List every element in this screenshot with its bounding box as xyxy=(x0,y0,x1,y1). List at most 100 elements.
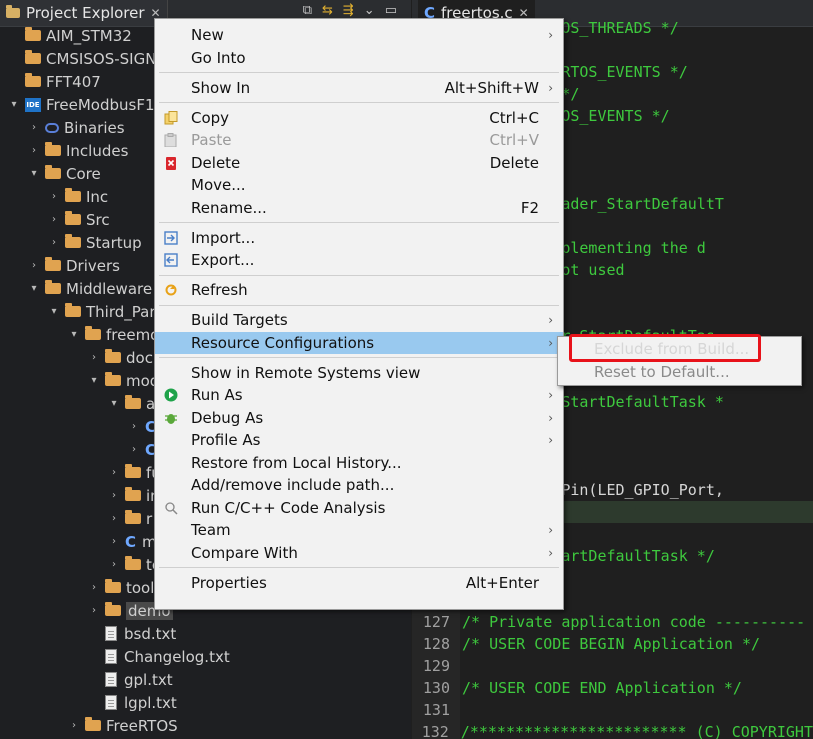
menu-item-team[interactable]: Team › xyxy=(155,519,563,541)
chevron-right-icon[interactable]: › xyxy=(108,559,120,570)
chevron-right-icon[interactable]: › xyxy=(28,122,40,133)
menu-item-resource-configurations[interactable]: Resource Configurations › xyxy=(155,331,563,354)
view-menu-chevron-icon[interactable]: ⌄ xyxy=(364,3,375,18)
line-number: 127 xyxy=(422,613,450,631)
menu-item-show-in-remote-systems-view[interactable]: Show in Remote Systems view xyxy=(155,362,563,384)
menu-item-compare-with[interactable]: Compare With › xyxy=(155,542,563,564)
chevron-right-icon[interactable]: › xyxy=(88,605,100,616)
tree-item-label: Startup xyxy=(86,233,142,252)
chevron-right-icon[interactable]: › xyxy=(128,421,140,432)
tree-item[interactable]: ›tc xyxy=(108,553,160,576)
tree-item[interactable]: lgpl.txt xyxy=(88,691,177,714)
menu-item-properties[interactable]: Properties Alt+Enter xyxy=(155,572,563,594)
tree-item-label: gpl.txt xyxy=(124,670,173,689)
chevron-right-icon[interactable]: › xyxy=(88,352,100,363)
tree-item[interactable]: › Drivers xyxy=(28,254,120,277)
menu-item-profile-as[interactable]: Profile As › xyxy=(155,429,563,451)
menu-item-restore-from-local-history[interactable]: Restore from Local History... xyxy=(155,452,563,474)
tree-item[interactable]: ▾ Middleware xyxy=(28,277,152,300)
tree-item[interactable]: › Includes xyxy=(28,139,128,162)
tree-item[interactable]: › Startup xyxy=(48,231,142,254)
project-explorer-tab[interactable]: Project Explorer ✕ xyxy=(0,0,168,26)
tree-item[interactable]: FFT407 xyxy=(8,70,101,93)
chevron-down-icon[interactable]: ▾ xyxy=(28,168,40,179)
tree-item[interactable]: ▾ mod xyxy=(88,369,159,392)
chevron-down-icon[interactable]: ▾ xyxy=(108,398,120,409)
chevron-down-icon[interactable]: ▾ xyxy=(88,375,100,386)
menu-item-rename[interactable]: Rename... F2 xyxy=(155,197,563,219)
chevron-right-icon[interactable]: › xyxy=(128,444,140,455)
chevron-down-icon[interactable]: ▾ xyxy=(68,329,80,340)
menu-item-add-remove-include-path[interactable]: Add/remove include path... xyxy=(155,474,563,496)
menu-item-import[interactable]: Import... xyxy=(155,227,563,249)
tree-item[interactable]: › Binaries xyxy=(28,116,125,139)
tree-item[interactable]: › doc xyxy=(88,346,153,369)
explorer-toolbar: ⧉ ⇆ ⇶ ⌄ ▭ xyxy=(303,3,397,18)
chevron-down-icon[interactable]: ▾ xyxy=(48,306,60,317)
chevron-down-icon[interactable]: ▾ xyxy=(28,283,40,294)
chevron-right-icon[interactable]: › xyxy=(28,145,40,156)
chevron-right-icon[interactable]: › xyxy=(88,582,100,593)
menu-item-label: Show In xyxy=(191,78,251,97)
tree-item[interactable]: AIM_STM32 xyxy=(8,24,132,47)
tree-item-label: FFT407 xyxy=(46,72,101,91)
folder-icon xyxy=(65,303,81,317)
tree-item[interactable]: gpl.txt xyxy=(88,668,173,691)
chevron-right-icon[interactable]: › xyxy=(48,191,60,202)
menu-item-debug-as[interactable]: Debug As › xyxy=(155,407,563,429)
chevron-right-icon[interactable]: › xyxy=(68,720,80,731)
tree-item[interactable]: › FreeRTOS xyxy=(68,714,178,737)
chevron-down-icon[interactable]: ▾ xyxy=(8,99,20,110)
tree-item[interactable]: › Cm xyxy=(108,530,157,553)
menu-item-label: Profile As xyxy=(191,431,261,449)
exclude-from-build-item[interactable]: Exclude from Build... xyxy=(558,338,801,360)
tree-item[interactable]: › Inc xyxy=(48,185,108,208)
menu-item-export[interactable]: Export... xyxy=(155,249,563,271)
tree-item[interactable]: ▾ Third_Par xyxy=(48,300,155,323)
tree-item-label: freemo xyxy=(106,325,160,344)
chevron-right-icon[interactable]: › xyxy=(48,214,60,225)
tree-item[interactable]: › r xyxy=(108,507,152,530)
chevron-right-icon[interactable]: › xyxy=(48,237,60,248)
chevron-right-icon[interactable]: › xyxy=(108,513,120,524)
tree-item[interactable]: ▾ Core xyxy=(28,162,101,185)
menu-item-build-targets[interactable]: Build Targets › xyxy=(155,309,563,331)
menu-item-delete[interactable]: Delete Delete xyxy=(155,152,563,174)
chevron-right-icon[interactable]: › xyxy=(108,467,120,478)
tree-item[interactable]: › Src xyxy=(48,208,110,231)
tree-item[interactable]: › tool xyxy=(88,576,154,599)
tree-item-label: r xyxy=(146,509,153,528)
menu-item-move[interactable]: Move... xyxy=(155,174,563,196)
tree-item[interactable]: ›fu xyxy=(108,461,161,484)
tree-item-label: FreeModbusF1 xyxy=(46,95,155,114)
menu-item-copy[interactable]: Copy Ctrl+C xyxy=(155,107,563,129)
tree-item[interactable]: ▾ IDE FreeModbusF1 xyxy=(8,93,155,116)
menu-item-run-as[interactable]: Run As › xyxy=(155,384,563,406)
tree-item[interactable]: ▾ a xyxy=(108,392,155,415)
tree-item[interactable]: ▾ freemo xyxy=(68,323,159,346)
tree-item[interactable]: CMSISOS-SIGN xyxy=(8,47,156,70)
menu-item-refresh[interactable]: Refresh xyxy=(155,279,563,301)
tree-item[interactable]: › in xyxy=(108,484,160,507)
menu-item-paste[interactable]: Paste Ctrl+V xyxy=(155,129,563,151)
filter-icon[interactable]: ⇶ xyxy=(343,3,354,18)
minimize-icon[interactable]: ▭ xyxy=(385,3,397,18)
menu-item-go-into[interactable]: Go Into xyxy=(155,47,563,69)
menu-item-show-in[interactable]: Show In Alt+Shift+W › xyxy=(155,77,563,99)
chevron-right-icon[interactable]: › xyxy=(108,536,120,547)
folder-icon xyxy=(45,280,61,294)
collapse-all-icon[interactable]: ⧉ xyxy=(303,3,312,18)
tree-item[interactable]: bsd.txt xyxy=(88,622,176,645)
menu-separator xyxy=(159,567,559,568)
link-with-editor-icon[interactable]: ⇆ xyxy=(322,3,333,18)
chevron-right-icon[interactable]: › xyxy=(108,490,120,501)
run-icon xyxy=(163,387,179,403)
reset-to-default-item[interactable]: Reset to Default... xyxy=(558,361,801,383)
tree-item-label: Core xyxy=(66,164,101,183)
tree-item-label: Src xyxy=(86,210,110,229)
folder-icon xyxy=(85,717,101,731)
tree-item[interactable]: Changelog.txt xyxy=(88,645,230,668)
chevron-right-icon[interactable]: › xyxy=(28,260,40,271)
menu-item-run-c-c-code-analysis[interactable]: Run C/C++ Code Analysis xyxy=(155,497,563,519)
menu-item-new[interactable]: New › xyxy=(155,24,563,46)
